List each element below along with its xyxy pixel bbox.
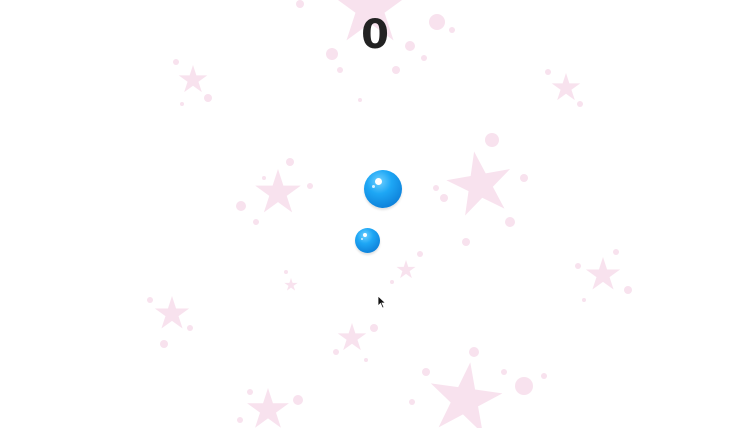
star-decoration bbox=[585, 257, 621, 290]
ball-small[interactable] bbox=[355, 228, 380, 253]
ball-highlight bbox=[361, 238, 363, 240]
score-display: 0 bbox=[361, 12, 389, 58]
star-decoration bbox=[551, 73, 581, 101]
star-decoration bbox=[247, 388, 289, 428]
ball-highlight bbox=[375, 178, 382, 185]
star-decoration bbox=[396, 260, 416, 279]
star-background bbox=[147, 0, 632, 428]
star-decoration bbox=[178, 65, 208, 93]
star-decoration bbox=[154, 296, 190, 329]
ball-highlight bbox=[363, 233, 367, 237]
star-decoration bbox=[284, 278, 298, 291]
ball-large[interactable] bbox=[364, 170, 402, 208]
star-decoration bbox=[255, 169, 301, 213]
star-decoration bbox=[442, 145, 517, 218]
ball-highlight bbox=[372, 185, 375, 188]
mouse-pointer-icon bbox=[377, 295, 387, 309]
star-decoration bbox=[337, 323, 367, 351]
star-decoration bbox=[424, 357, 507, 428]
